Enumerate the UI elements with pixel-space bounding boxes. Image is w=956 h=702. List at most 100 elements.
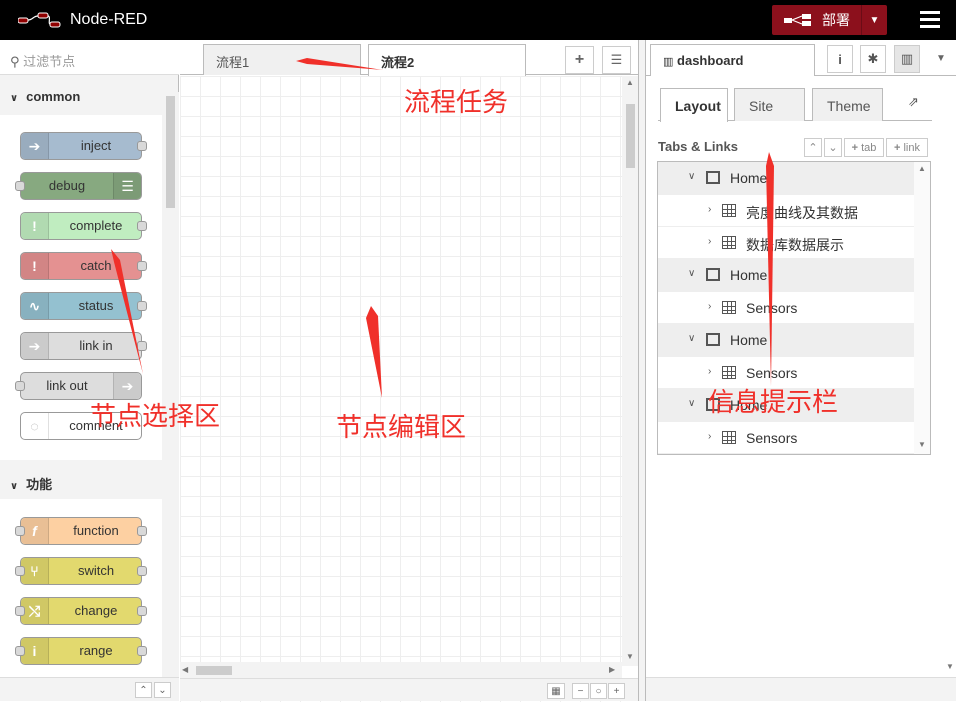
palette-function-body: f function ⑂ switch ⤭ change i range <box>0 499 162 677</box>
flow-canvas[interactable] <box>180 76 622 702</box>
add-tab-button[interactable]: + tab <box>844 138 884 157</box>
deploy-icon <box>784 14 811 26</box>
tree-item-row[interactable]: › Sensors <box>658 422 914 454</box>
tree-group-row[interactable]: ∨ Home <box>658 324 914 357</box>
main-menu-icon[interactable] <box>920 11 940 29</box>
tab-flow-2[interactable]: 流程2 <box>368 44 526 76</box>
deploy-label: 部署 <box>822 12 850 28</box>
output-port <box>137 141 147 151</box>
zoom-in-icon[interactable]: + <box>608 683 625 699</box>
tree-item-row[interactable]: › 亮度曲线及其数据 <box>658 195 914 227</box>
palette-footer: ⌃ ⌄ <box>0 677 179 701</box>
palette-node-switch[interactable]: ⑂ switch <box>15 557 147 585</box>
search-icon: ⚲ <box>10 54 20 69</box>
chevron-down-icon[interactable]: ▼ <box>936 53 946 64</box>
expand-all-icon[interactable]: ⌄ <box>154 682 171 698</box>
add-tab-label: tab <box>861 141 877 154</box>
app-title: Node-RED <box>70 11 148 28</box>
tab-frame-icon <box>706 268 720 281</box>
canvas-horizontal-scrollbar[interactable]: ◀ ▶ <box>180 662 622 678</box>
plus-icon: + <box>851 141 859 154</box>
chevron-down-icon: ∨ <box>688 398 696 409</box>
node-label: debug <box>48 178 86 193</box>
expand-all-icon[interactable]: ⌄ <box>824 138 842 157</box>
deploy-button[interactable]: 部署 ▼ <box>772 5 887 35</box>
palette-node-complete[interactable]: ! complete <box>20 212 147 240</box>
tree-label: Sensors <box>746 300 798 316</box>
node-label: complete <box>69 218 123 233</box>
output-port <box>137 301 147 311</box>
sidebar-separator[interactable] <box>638 40 646 701</box>
add-link-button[interactable]: + link <box>886 138 928 157</box>
chevron-down-icon: ∨ <box>688 333 696 344</box>
category-label: common <box>26 89 81 104</box>
info-icon[interactable]: i <box>827 45 853 73</box>
chevron-right-icon: › <box>708 431 712 442</box>
sidebar-scroll-down-icon[interactable]: ▼ <box>946 662 954 671</box>
tree-label: Sensors <box>746 430 798 446</box>
zoom-out-icon[interactable]: − <box>572 683 589 699</box>
exclamation-icon: ! <box>21 213 49 239</box>
tab-flow-1[interactable]: 流程1 <box>203 44 361 75</box>
category-label: 功能 <box>26 477 53 492</box>
palette-node-range[interactable]: i range <box>15 637 147 665</box>
tree-item-row[interactable]: › Sensors <box>658 292 914 324</box>
tree-label: Home <box>730 332 768 348</box>
bar-chart-icon[interactable]: ▥ <box>894 45 920 73</box>
tab-site[interactable]: Site <box>734 88 805 121</box>
workspace: 流程1 流程2 + ☰ ▲ ▼ ◀ ▶ ▦ − ○ + <box>180 40 638 702</box>
tree-label: Home <box>730 267 768 283</box>
tree-label: 亮度曲线及其数据 <box>746 205 858 221</box>
tab-theme[interactable]: Theme <box>812 88 883 121</box>
palette-node-link-in[interactable]: ➔ link in <box>20 332 147 360</box>
plus-icon: + <box>893 141 901 154</box>
list-flows-icon[interactable]: ☰ <box>602 46 631 74</box>
add-flow-icon[interactable]: + <box>565 46 594 74</box>
collapse-all-icon[interactable]: ⌃ <box>804 138 822 157</box>
chevron-down-icon: ∨ <box>10 93 19 104</box>
tabs-links-title: Tabs & Links <box>658 139 738 154</box>
palette-node-inject[interactable]: ➔ inject <box>20 132 147 160</box>
palette-node-function[interactable]: f function <box>15 517 147 545</box>
external-link-icon[interactable]: ⇗ <box>908 94 919 110</box>
palette-node-catch[interactable]: ! catch <box>20 252 147 280</box>
node-label: switch <box>77 563 115 578</box>
tab-label: Site <box>749 98 774 114</box>
table-icon <box>722 204 736 217</box>
node-label: link in <box>79 338 113 353</box>
tab-dashboard[interactable]: ▥ dashboard <box>650 44 815 76</box>
table-icon <box>722 301 736 314</box>
map-icon[interactable]: ▦ <box>547 683 565 699</box>
collapse-all-icon[interactable]: ⌃ <box>135 682 152 698</box>
table-icon <box>722 366 736 379</box>
palette-search-placeholder: 过滤节点 <box>23 54 76 69</box>
tab-layout[interactable]: Layout <box>660 88 728 122</box>
palette-search-input[interactable]: ⚲ 过滤节点 <box>0 40 179 75</box>
annotation-node-edit: 节点编辑区 <box>336 413 467 443</box>
palette-category-common[interactable]: ∨ common <box>0 80 162 114</box>
input-port <box>15 606 25 616</box>
palette-node-debug[interactable]: debug ☰ <box>15 172 142 200</box>
chevron-right-icon: › <box>708 301 712 312</box>
palette-category-function[interactable]: ∨ 功能 <box>0 465 162 499</box>
zoom-reset-icon[interactable]: ○ <box>590 683 607 699</box>
tree-item-row[interactable]: › 数据库数据展示 <box>658 227 914 259</box>
table-icon <box>722 236 736 249</box>
chevron-right-icon: › <box>708 366 712 377</box>
node-label: change <box>74 603 118 618</box>
palette-node-change[interactable]: ⤭ change <box>15 597 147 625</box>
tree-group-row[interactable]: ∨ Home <box>658 259 914 292</box>
output-port <box>137 606 147 616</box>
palette-node-status[interactable]: ∿ status <box>20 292 147 320</box>
tree-group-row[interactable]: ∨ Home <box>658 162 914 195</box>
deploy-menu-caret-icon[interactable]: ▼ <box>861 5 887 35</box>
palette-scrollbar[interactable] <box>162 92 179 682</box>
output-port <box>137 221 147 231</box>
tree-scrollbar[interactable]: ▲ ▼ <box>914 162 930 454</box>
bug-icon[interactable]: ✱ <box>860 45 886 73</box>
tab-frame-icon <box>706 333 720 346</box>
canvas-vertical-scrollbar[interactable]: ▲ ▼ <box>622 76 638 666</box>
node-label: inject <box>80 138 112 153</box>
output-port <box>137 526 147 536</box>
tree-label: 数据库数据展示 <box>746 237 844 253</box>
